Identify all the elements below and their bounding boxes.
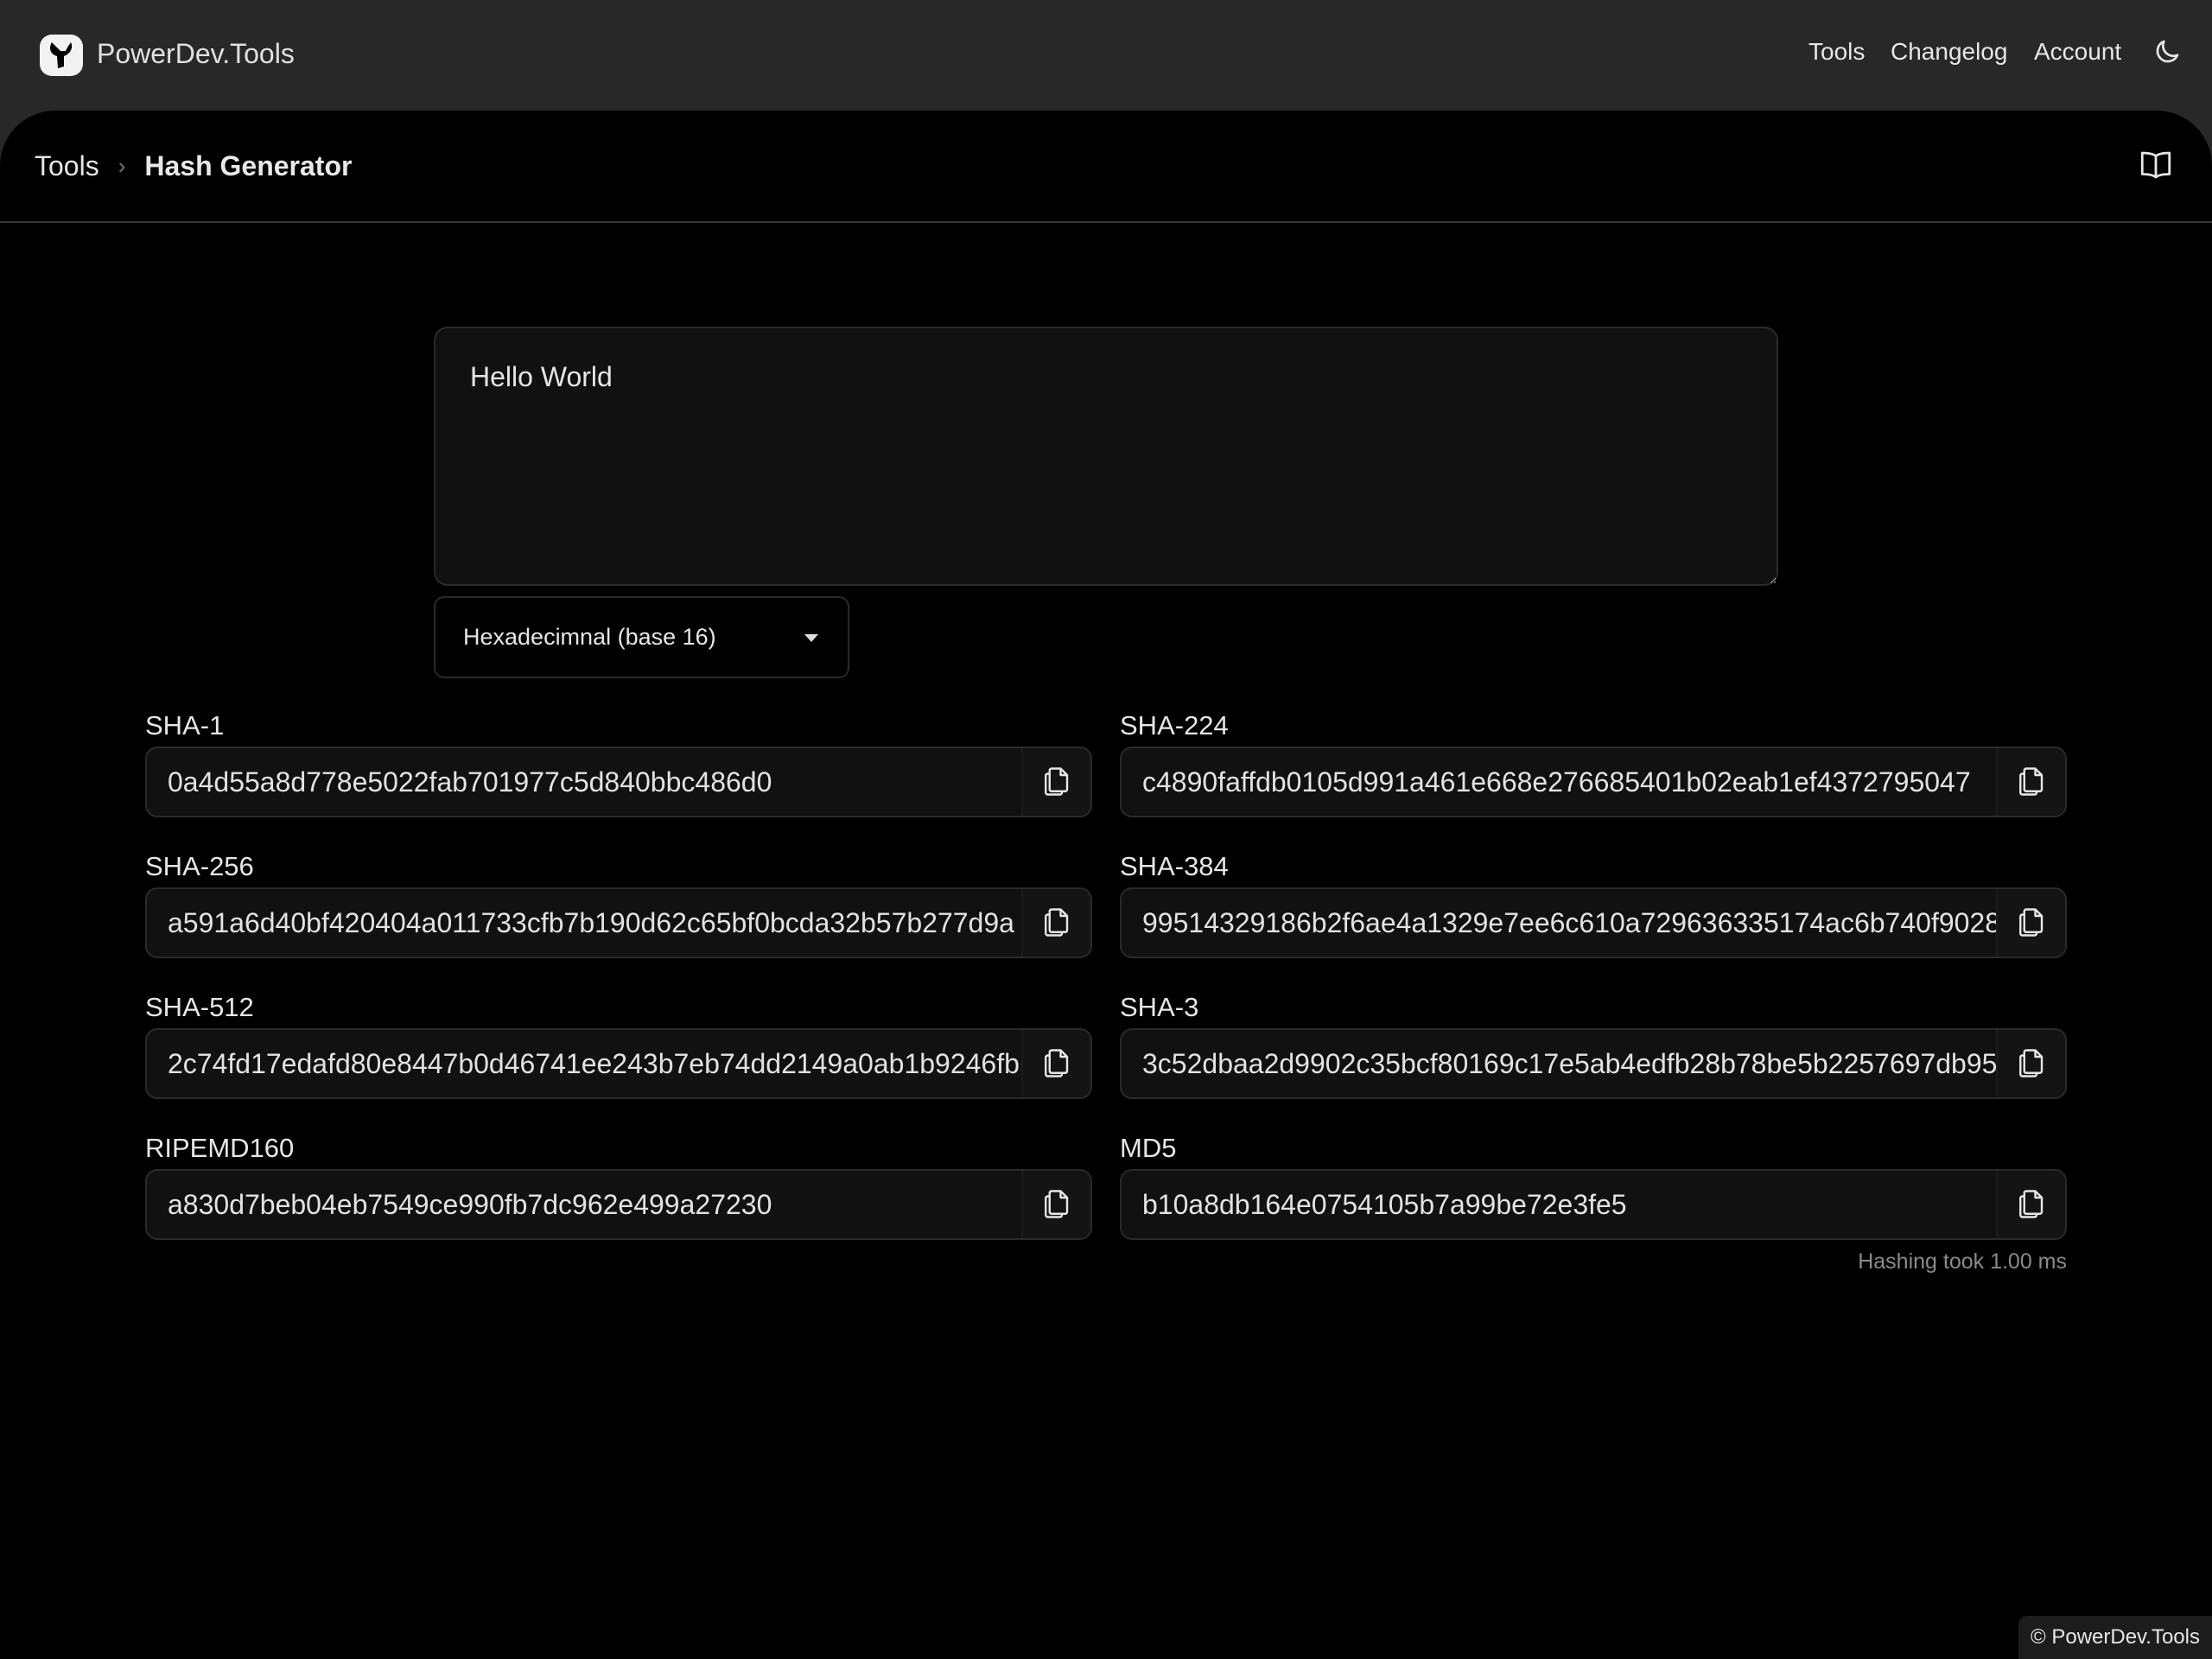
hash-output-field[interactable]: 99514329186b2f6ae4a1329e7ee6c610a7296363… <box>1120 887 2067 958</box>
copy-button[interactable] <box>1021 889 1090 957</box>
hash-group-sha-3: SHA-3 3c52dbaa2d9902c35bcf80169c17e5ab4e… <box>1120 990 2067 1099</box>
page-title: Hash Generator <box>144 150 353 181</box>
copy-icon <box>2016 1185 2047 1224</box>
hash-value[interactable]: a830d7beb04eb7549ce990fb7dc962e499a27230 <box>147 1171 1021 1238</box>
hash-label: RIPEMD160 <box>145 1133 295 1163</box>
breadcrumb-tools[interactable]: Tools <box>35 150 99 182</box>
hash-label: SHA-3 <box>1120 992 1199 1022</box>
hash-group-md5: MD5 b10a8db164e0754105b7a99be72e3fe5 <box>1120 1131 2067 1240</box>
hash-label: SHA-256 <box>145 851 254 881</box>
hash-output-field[interactable]: c4890faffdb0105d991a461e668e276685401b02… <box>1120 747 2067 817</box>
hash-output-field[interactable]: a591a6d40bf420404a011733cfb7b190d62c65bf… <box>145 887 1092 958</box>
nav-tools[interactable]: Tools <box>1808 38 1865 66</box>
copy-button[interactable] <box>1996 748 2065 816</box>
copy-button[interactable] <box>1021 1171 1090 1238</box>
hash-label: SHA-512 <box>145 992 254 1022</box>
copy-icon <box>1041 1045 1072 1084</box>
top-navbar: PowerDev.Tools Tools Changelog Account <box>0 0 2212 111</box>
breadcrumb: Tools › Hash Generator <box>35 150 352 182</box>
hash-value[interactable]: 0a4d55a8d778e5022fab701977c5d840bbc486d0 <box>147 748 1021 816</box>
caret-down-icon <box>804 634 818 642</box>
hash-value[interactable]: 2c74fd17edafd80e8447b0d46741ee243b7eb74d… <box>147 1030 1021 1097</box>
copy-button[interactable] <box>1996 1030 2065 1097</box>
hash-value[interactable]: 3c52dbaa2d9902c35bcf80169c17e5ab4edfb28b… <box>1122 1030 1996 1097</box>
hash-label: MD5 <box>1120 1133 1177 1163</box>
copy-icon <box>2016 904 2047 943</box>
hash-value[interactable]: a591a6d40bf420404a011733cfb7b190d62c65bf… <box>147 889 1021 957</box>
copy-button[interactable] <box>1996 1171 2065 1238</box>
moon-icon[interactable] <box>2152 36 2183 67</box>
footer-copyright: © PowerDev.Tools <box>2018 1616 2212 1659</box>
input-textarea[interactable]: Hello World <box>434 327 1778 586</box>
encoding-select[interactable]: Hexadecimnal (base 16) <box>434 596 849 678</box>
nav-changelog[interactable]: Changelog <box>1891 38 2007 66</box>
hash-value[interactable]: c4890faffdb0105d991a461e668e276685401b02… <box>1122 748 1996 816</box>
copy-icon <box>1041 1185 1072 1224</box>
copy-button[interactable] <box>1021 1030 1090 1097</box>
header-divider <box>0 221 2212 223</box>
hash-group-sha-1: SHA-1 0a4d55a8d778e5022fab701977c5d840bb… <box>145 709 1092 817</box>
hash-value[interactable]: 99514329186b2f6ae4a1329e7ee6c610a7296363… <box>1122 889 1996 957</box>
hash-group-sha-384: SHA-384 99514329186b2f6ae4a1329e7ee6c610… <box>1120 849 2067 958</box>
copy-icon <box>2016 1045 2047 1084</box>
book-icon[interactable] <box>2138 147 2174 183</box>
main-panel: Tools › Hash Generator Hello World Hexad… <box>0 111 2212 1659</box>
copy-icon <box>1041 904 1072 943</box>
hash-group-sha-224: SHA-224 c4890faffdb0105d991a461e668e2766… <box>1120 709 2067 817</box>
chevron-right-icon: › <box>118 153 126 179</box>
hash-output-field[interactable]: 3c52dbaa2d9902c35bcf80169c17e5ab4edfb28b… <box>1120 1028 2067 1099</box>
hashing-time: Hashing took 1.00 ms <box>1858 1249 2067 1274</box>
copy-button[interactable] <box>1996 889 2065 957</box>
hash-label: SHA-1 <box>145 710 225 741</box>
copy-icon <box>1041 763 1072 802</box>
copy-button[interactable] <box>1021 748 1090 816</box>
nav-account[interactable]: Account <box>2034 38 2121 66</box>
hash-output-field[interactable]: b10a8db164e0754105b7a99be72e3fe5 <box>1120 1169 2067 1240</box>
hash-label: SHA-224 <box>1120 710 1229 741</box>
hash-group-sha-512: SHA-512 2c74fd17edafd80e8447b0d46741ee24… <box>145 990 1092 1099</box>
hash-group-ripemd160: RIPEMD160 a830d7beb04eb7549ce990fb7dc962… <box>145 1131 1092 1240</box>
copy-icon <box>2016 763 2047 802</box>
hash-output-field[interactable]: a830d7beb04eb7549ce990fb7dc962e499a27230 <box>145 1169 1092 1240</box>
hash-label: SHA-384 <box>1120 851 1229 881</box>
wrench-logo-icon[interactable] <box>40 35 83 76</box>
hash-group-sha-256: SHA-256 a591a6d40bf420404a011733cfb7b190… <box>145 849 1092 958</box>
brand-name[interactable]: PowerDev.Tools <box>97 38 295 70</box>
encoding-selected: Hexadecimnal (base 16) <box>463 624 716 650</box>
hash-output-field[interactable]: 0a4d55a8d778e5022fab701977c5d840bbc486d0 <box>145 747 1092 817</box>
hash-value[interactable]: b10a8db164e0754105b7a99be72e3fe5 <box>1122 1171 1996 1238</box>
hash-output-field[interactable]: 2c74fd17edafd80e8447b0d46741ee243b7eb74d… <box>145 1028 1092 1099</box>
